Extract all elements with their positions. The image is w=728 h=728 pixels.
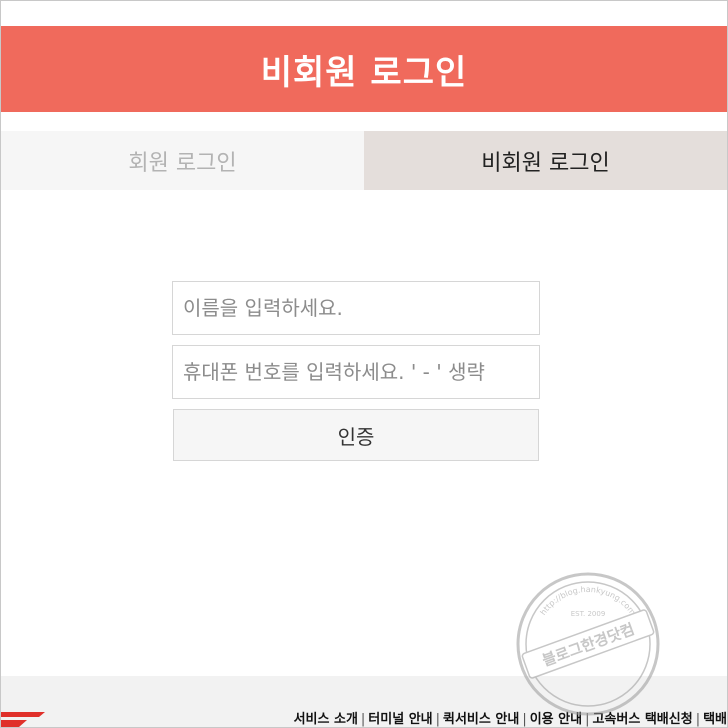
footer-link-quick-service[interactable]: 퀵서비스 안내 — [443, 712, 519, 727]
guest-login-form: 인증 — [172, 281, 540, 461]
footer-link-parcel[interactable]: 택배 — [703, 712, 727, 727]
page-header: 비회원 로그인 — [1, 26, 727, 112]
tab-guest-login[interactable]: 비회원 로그인 — [364, 131, 727, 190]
page-title: 비회원 로그인 — [260, 52, 468, 93]
watermark-est: EST. 2009 — [571, 610, 606, 618]
footer-link-terminal-guide[interactable]: 터미널 안내 — [368, 712, 432, 727]
name-input[interactable] — [172, 281, 540, 335]
tab-member-login[interactable]: 회원 로그인 — [1, 131, 364, 190]
brand-logo-icon — [1, 712, 45, 727]
watermark-stamp: http://blog.hankyung.com EST. 2009 블로그한경… — [516, 572, 660, 716]
footer-link-service-intro[interactable]: 서비스 소개 — [294, 712, 358, 727]
phone-input[interactable] — [172, 345, 540, 399]
login-tabs: 회원 로그인 비회원 로그인 — [1, 131, 727, 190]
verify-button[interactable]: 인증 — [173, 409, 539, 461]
